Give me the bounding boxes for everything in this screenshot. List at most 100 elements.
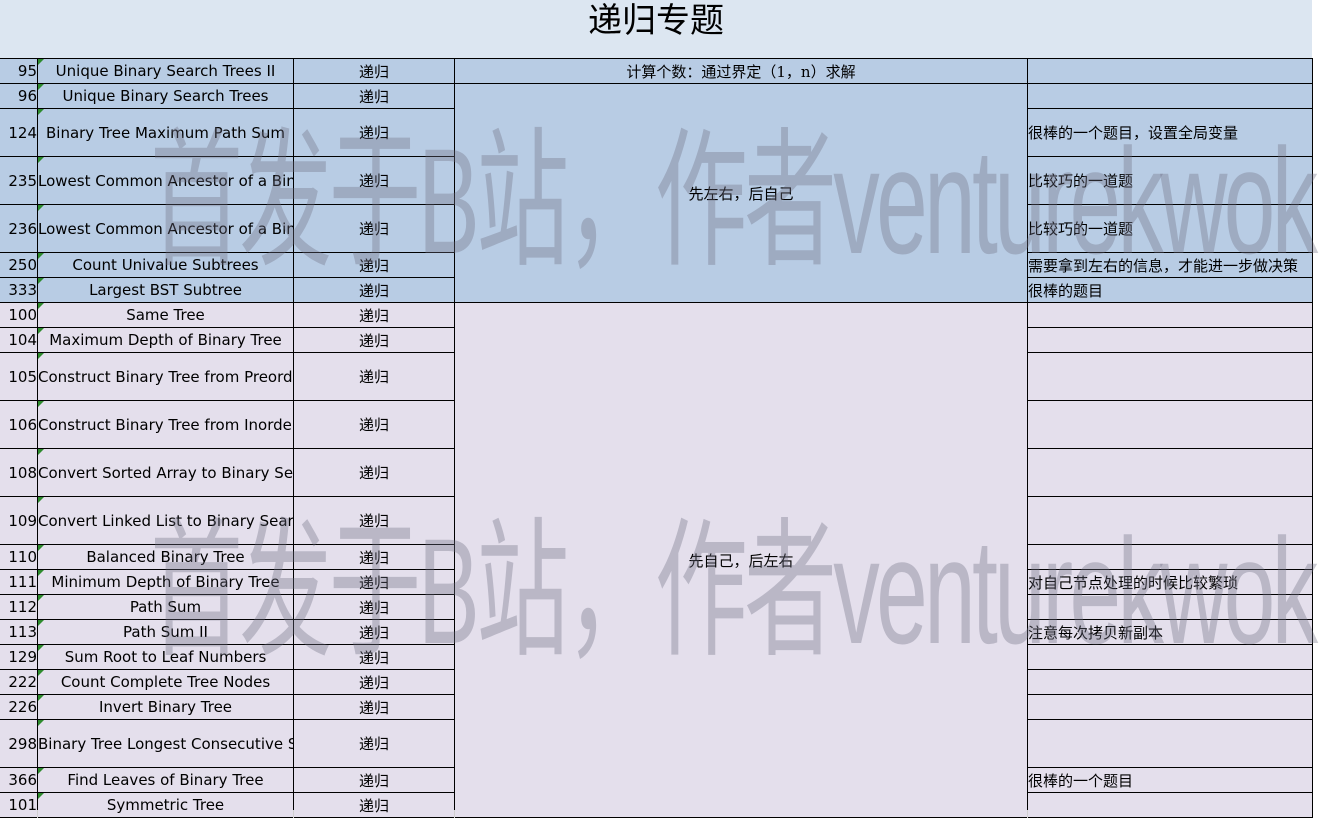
problem-number[interactable]: 250 bbox=[0, 252, 38, 278]
approach-group[interactable]: 先自己，后左右 bbox=[454, 302, 1028, 818]
problem-name[interactable]: Convert Linked List to Binary Search Tre… bbox=[37, 496, 294, 545]
note-cell[interactable] bbox=[1027, 694, 1313, 720]
problem-name[interactable]: Maximum Depth of Binary Tree bbox=[37, 327, 294, 353]
problem-number[interactable]: 112 bbox=[0, 594, 38, 620]
note-cell[interactable]: 很棒的一个题目，设置全局变量 bbox=[1027, 108, 1313, 157]
problem-name[interactable]: Binary Tree Longest Consecutive Sequence bbox=[37, 719, 294, 768]
category-tag[interactable]: 递归 bbox=[293, 400, 455, 449]
problem-number[interactable]: 109 bbox=[0, 496, 38, 545]
note-cell[interactable]: 比较巧的一道题 bbox=[1027, 204, 1313, 253]
category-tag[interactable]: 递归 bbox=[293, 496, 455, 545]
problem-name[interactable]: Same Tree bbox=[37, 302, 294, 328]
problem-name[interactable]: Find Leaves of Binary Tree bbox=[37, 767, 294, 793]
table-row[interactable]: 100 Same Tree 递归 先自己，后左右 bbox=[0, 302, 1313, 818]
problem-number[interactable]: 106 bbox=[0, 400, 38, 449]
category-tag[interactable]: 递归 bbox=[293, 669, 455, 695]
category-tag[interactable]: 递归 bbox=[293, 569, 455, 595]
problem-name[interactable]: Lowest Common Ancestor of a Binary Searc… bbox=[37, 156, 294, 205]
problem-name[interactable]: Binary Tree Maximum Path Sum bbox=[37, 108, 294, 157]
note-cell[interactable] bbox=[1027, 448, 1313, 497]
category-tag[interactable]: 递归 bbox=[293, 204, 455, 253]
problem-number[interactable]: 124 bbox=[0, 108, 38, 157]
category-tag[interactable]: 递归 bbox=[293, 327, 455, 353]
problem-name[interactable]: Path Sum II bbox=[37, 619, 294, 645]
problem-number[interactable]: 108 bbox=[0, 448, 38, 497]
problem-number[interactable]: 104 bbox=[0, 327, 38, 353]
problem-name[interactable]: Count Complete Tree Nodes bbox=[37, 669, 294, 695]
table-row[interactable]: 96 Unique Binary Search Trees 递归 先左右，后自己 bbox=[0, 83, 1313, 303]
problem-number[interactable]: 366 bbox=[0, 767, 38, 793]
problem-number[interactable]: 110 bbox=[0, 544, 38, 570]
problem-number[interactable]: 333 bbox=[0, 277, 38, 303]
category-tag[interactable]: 递归 bbox=[293, 83, 455, 109]
note-cell[interactable] bbox=[1027, 83, 1313, 109]
note-cell[interactable] bbox=[1027, 352, 1313, 401]
note-cell[interactable]: 很棒的一个题目 bbox=[1027, 767, 1313, 793]
problem-number[interactable]: 298 bbox=[0, 719, 38, 768]
note-cell[interactable] bbox=[1027, 544, 1313, 570]
problem-number[interactable]: 95 bbox=[0, 58, 38, 84]
problem-name[interactable]: Path Sum bbox=[37, 594, 294, 620]
category-tag[interactable]: 递归 bbox=[293, 719, 455, 768]
note-cell[interactable]: 注意每次拷贝新副本 bbox=[1027, 619, 1313, 645]
problem-name[interactable]: Unique Binary Search Trees II bbox=[37, 58, 294, 84]
note-cell[interactable] bbox=[1027, 400, 1313, 449]
problem-name[interactable]: Construct Binary Tree from Preorder and … bbox=[37, 352, 294, 401]
problem-name[interactable]: Convert Sorted Array to Binary Search Tr… bbox=[37, 448, 294, 497]
note-cell[interactable] bbox=[1027, 669, 1313, 695]
note-cell[interactable] bbox=[1027, 594, 1313, 620]
problem-name[interactable]: Largest BST Subtree bbox=[37, 277, 294, 303]
problem-number[interactable]: 226 bbox=[0, 694, 38, 720]
category-tag[interactable]: 递归 bbox=[293, 156, 455, 205]
note-cell[interactable]: 很棒的题目 bbox=[1027, 277, 1313, 303]
note-cell[interactable] bbox=[1027, 327, 1313, 353]
note-cell[interactable] bbox=[1027, 496, 1313, 545]
problem-number[interactable]: 100 bbox=[0, 302, 38, 328]
note-cell[interactable] bbox=[1027, 792, 1313, 818]
category-tag[interactable]: 递归 bbox=[293, 277, 455, 303]
problem-name[interactable]: Symmetric Tree bbox=[37, 792, 294, 818]
problem-number[interactable]: 222 bbox=[0, 669, 38, 695]
problem-name[interactable]: Construct Binary Tree from Inorder and P… bbox=[37, 400, 294, 449]
note-cell[interactable]: 比较巧的一道题 bbox=[1027, 156, 1313, 205]
problem-name[interactable]: Minimum Depth of Binary Tree bbox=[37, 569, 294, 595]
category-tag[interactable]: 递归 bbox=[293, 252, 455, 278]
problem-number[interactable]: 236 bbox=[0, 204, 38, 253]
problem-number[interactable]: 129 bbox=[0, 644, 38, 670]
category-tag[interactable]: 递归 bbox=[293, 767, 455, 793]
table-row[interactable]: 95 Unique Binary Search Trees II 递归 计算个数：通过… bbox=[0, 58, 1313, 84]
category-tag[interactable]: 递归 bbox=[293, 644, 455, 670]
note-cell[interactable] bbox=[1027, 644, 1313, 670]
grid-line bbox=[1027, 810, 1028, 818]
category-tag[interactable]: 递归 bbox=[293, 792, 455, 818]
problem-number[interactable]: 96 bbox=[0, 83, 38, 109]
category-tag[interactable]: 递归 bbox=[293, 694, 455, 720]
problem-number[interactable]: 235 bbox=[0, 156, 38, 205]
category-tag[interactable]: 递归 bbox=[293, 302, 455, 328]
note-cell[interactable] bbox=[1027, 58, 1313, 84]
problem-name[interactable]: Lowest Common Ancestor of a Binary Tree bbox=[37, 204, 294, 253]
approach-group[interactable]: 先左右，后自己 bbox=[454, 83, 1028, 303]
problem-number[interactable]: 111 bbox=[0, 569, 38, 595]
problem-name[interactable]: Sum Root to Leaf Numbers bbox=[37, 644, 294, 670]
problem-name[interactable]: Count Univalue Subtrees bbox=[37, 252, 294, 278]
note-cell[interactable] bbox=[1027, 719, 1313, 768]
category-tag[interactable]: 递归 bbox=[293, 58, 455, 84]
problem-name[interactable]: Invert Binary Tree bbox=[37, 694, 294, 720]
category-tag[interactable]: 递归 bbox=[293, 108, 455, 157]
problem-name[interactable]: Balanced Binary Tree bbox=[37, 544, 294, 570]
grid-line bbox=[293, 810, 294, 818]
problem-number[interactable]: 113 bbox=[0, 619, 38, 645]
category-tag[interactable]: 递归 bbox=[293, 594, 455, 620]
problem-name[interactable]: Unique Binary Search Trees bbox=[37, 83, 294, 109]
problem-number[interactable]: 101 bbox=[0, 792, 38, 818]
note-cell[interactable]: 对自己节点处理的时候比较繁琐 bbox=[1027, 569, 1313, 595]
note-cell[interactable]: 需要拿到左右的信息，才能进一步做决策 bbox=[1027, 252, 1313, 278]
note-cell[interactable] bbox=[1027, 302, 1313, 328]
category-tag[interactable]: 递归 bbox=[293, 544, 455, 570]
category-tag[interactable]: 递归 bbox=[293, 619, 455, 645]
approach-group[interactable]: 计算个数：通过界定（1，n）求解 bbox=[454, 58, 1028, 84]
category-tag[interactable]: 递归 bbox=[293, 352, 455, 401]
category-tag[interactable]: 递归 bbox=[293, 448, 455, 497]
problem-number[interactable]: 105 bbox=[0, 352, 38, 401]
